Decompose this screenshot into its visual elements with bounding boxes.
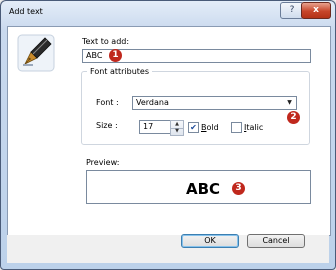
chevron-down-icon[interactable]: ▼ <box>283 97 296 109</box>
font-select-value: Verdana <box>136 98 169 107</box>
preview-box: ABC <box>86 170 311 204</box>
window-title: Add text <box>9 7 43 16</box>
font-label: Font : <box>96 98 119 107</box>
fountain-pen-icon <box>17 34 55 72</box>
callout-badge-3: 3 <box>232 182 245 195</box>
size-value: 17 <box>143 122 154 131</box>
size-spinner[interactable]: ▲ ▼ <box>170 120 184 136</box>
text-to-add-label: Text to add: <box>82 37 130 46</box>
font-attributes-title: Font attributes <box>87 67 153 76</box>
add-text-dialog: Add text ? x Text to add: ABC 1 Font att… <box>0 0 336 270</box>
bold-label[interactable]: Bold <box>201 123 219 132</box>
size-input[interactable]: 17 <box>139 120 171 134</box>
callout-badge-1: 1 <box>109 49 122 62</box>
preview-text: ABC <box>186 180 221 198</box>
dialog-content: Text to add: ABC 1 Font attributes Font … <box>7 26 331 236</box>
italic-label[interactable]: Italic <box>244 123 263 132</box>
preview-label: Preview: <box>86 158 120 167</box>
close-button[interactable]: x <box>301 2 331 19</box>
italic-checkbox[interactable] <box>231 122 242 133</box>
ok-button[interactable]: OK <box>181 234 239 248</box>
bold-checkbox[interactable]: ✔ <box>188 122 199 133</box>
cancel-button[interactable]: Cancel <box>247 234 305 248</box>
size-label: Size : <box>96 121 118 130</box>
checkmark-icon: ✔ <box>190 123 197 132</box>
spin-down-icon[interactable]: ▼ <box>171 128 183 135</box>
title-bar[interactable]: Add text ? x <box>1 1 335 25</box>
callout-badge-2: 2 <box>287 111 300 124</box>
font-select[interactable]: Verdana ▼ <box>132 96 297 110</box>
